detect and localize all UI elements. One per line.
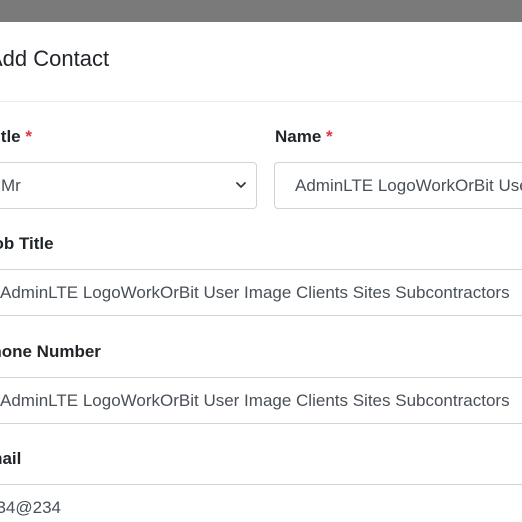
email-label: Email [0, 449, 22, 468]
job-title-input-value: AdminLTE LogoWorkOrBit User Image Client… [0, 283, 510, 302]
job-title-input[interactable]: AdminLTE LogoWorkOrBit User Image Client… [0, 269, 522, 316]
add-contact-modal: Add Contact Title * Mr Name * AdminLTE L… [0, 22, 522, 522]
phone-number-input[interactable]: AdminLTE LogoWorkOrBit User Image Client… [0, 377, 522, 424]
phone-number-input-value: AdminLTE LogoWorkOrBit User Image Client… [0, 391, 510, 410]
title-label-text: Title [0, 127, 21, 146]
title-label: Title * [0, 127, 32, 147]
required-marker: * [25, 127, 32, 146]
name-label: Name * [275, 127, 333, 147]
job-title-label: Job Title [0, 234, 54, 253]
modal-backdrop [0, 0, 522, 22]
phone-number-label: Phone Number [0, 342, 101, 361]
modal-header: Add Contact [0, 22, 522, 102]
chevron-down-icon [236, 182, 246, 188]
name-input[interactable]: AdminLTE LogoWorkOrBit User Image Client… [274, 162, 522, 209]
title-select[interactable]: Mr [0, 162, 257, 209]
page: Add Contact Title * Mr Name * AdminLTE L… [0, 0, 522, 522]
name-input-value: AdminLTE LogoWorkOrBit User Image Client… [295, 176, 522, 195]
modal-title: Add Contact [0, 46, 110, 71]
title-select-value: Mr [1, 176, 21, 195]
name-label-text: Name [275, 127, 322, 146]
email-input[interactable]: 234@234 [0, 484, 522, 522]
email-input-value: 234@234 [0, 498, 61, 517]
required-marker: * [326, 127, 333, 146]
